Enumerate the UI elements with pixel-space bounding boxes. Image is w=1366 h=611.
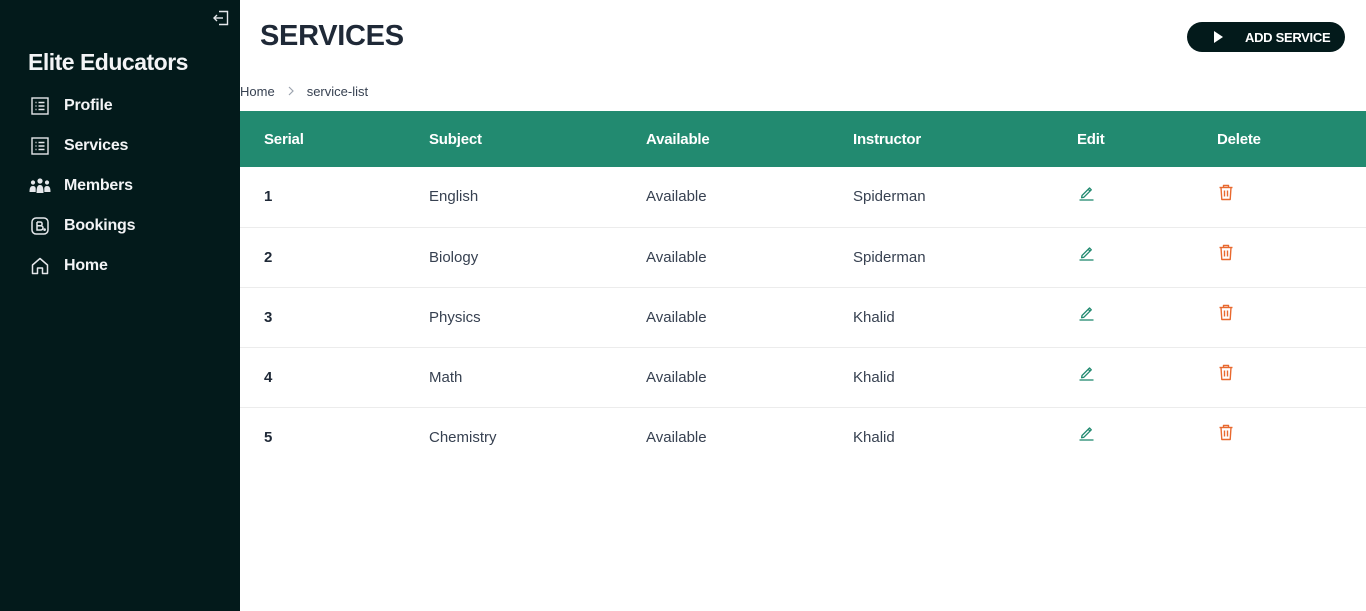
sidebar-item-label: Services: [64, 137, 129, 154]
cell-instructor: Khalid: [853, 368, 895, 386]
breadcrumb-home[interactable]: Home: [240, 84, 275, 99]
cell-edit: [1077, 227, 1217, 287]
booking-icon: [28, 214, 52, 238]
page-title: SERVICES: [260, 20, 404, 52]
table-row: 1 English Available Spiderman: [240, 167, 1366, 227]
cell-edit: [1077, 407, 1217, 467]
cell-serial: 3: [264, 308, 273, 326]
cell-available: Available: [646, 308, 707, 326]
column-header-edit: Edit: [1077, 130, 1105, 148]
home-icon: [28, 254, 52, 278]
table-row: 3 Physics Available Khalid: [240, 287, 1366, 347]
cell-serial: 1: [264, 188, 273, 206]
sidebar-item-label: Members: [64, 177, 133, 194]
cell-serial: 5: [264, 428, 273, 446]
column-header-subject: Subject: [429, 130, 482, 148]
cell-edit: [1077, 287, 1217, 347]
breadcrumb: Home service-list: [240, 84, 368, 99]
cell-subject: Math: [429, 368, 463, 386]
cell-available: Available: [646, 428, 707, 446]
column-header-available: Available: [646, 130, 710, 148]
brand-title: Elite Educators: [28, 49, 188, 75]
add-service-label: ADD SERVICE: [1245, 29, 1331, 45]
trash-icon[interactable]: [1217, 303, 1235, 321]
cell-subject: English: [429, 188, 479, 206]
list-icon: [28, 134, 52, 158]
sidebar-item-profile[interactable]: Profile: [28, 86, 228, 126]
people-icon: [28, 174, 52, 198]
sidebar-item-label: Bookings: [64, 217, 136, 234]
cell-instructor: Spiderman: [853, 248, 926, 266]
cell-edit: [1077, 347, 1217, 407]
cell-delete: [1217, 407, 1366, 467]
table-row: 2 Biology Available Spiderman: [240, 227, 1366, 287]
cell-edit: [1077, 167, 1217, 227]
edit-icon[interactable]: [1077, 363, 1095, 381]
table-header-row: Serial Subject Available Instructor Edit…: [240, 111, 1366, 167]
cell-serial: 4: [264, 368, 273, 386]
play-icon: [1214, 31, 1223, 43]
cell-available: Available: [646, 188, 707, 206]
sidebar-item-members[interactable]: Members: [28, 166, 228, 206]
sidebar-nav: Profile Services Members Bookings Home: [28, 86, 228, 286]
cell-instructor: Spiderman: [853, 188, 926, 206]
sidebar-item-label: Home: [64, 257, 108, 274]
sidebar-item-home[interactable]: Home: [28, 246, 228, 286]
cell-subject: Biology: [429, 248, 479, 266]
trash-icon[interactable]: [1217, 424, 1235, 442]
trash-icon[interactable]: [1217, 183, 1235, 201]
sidebar-item-services[interactable]: Services: [28, 126, 228, 166]
cell-delete: [1217, 167, 1366, 227]
cell-subject: Physics: [429, 308, 481, 326]
cell-instructor: Khalid: [853, 428, 895, 446]
edit-icon[interactable]: [1077, 183, 1095, 201]
services-table: Serial Subject Available Instructor Edit…: [240, 111, 1366, 467]
cell-serial: 2: [264, 248, 273, 266]
cell-available: Available: [646, 368, 707, 386]
cell-delete: [1217, 287, 1366, 347]
cell-delete: [1217, 227, 1366, 287]
sidebar-item-bookings[interactable]: Bookings: [28, 206, 228, 246]
table-row: 5 Chemistry Available Khalid: [240, 407, 1366, 467]
column-header-instructor: Instructor: [853, 130, 922, 148]
edit-icon[interactable]: [1077, 424, 1095, 442]
main-content: SERVICES ADD SERVICE Home service-list S…: [240, 0, 1366, 611]
trash-icon[interactable]: [1217, 243, 1235, 261]
edit-icon[interactable]: [1077, 303, 1095, 321]
cell-subject: Chemistry: [429, 428, 497, 446]
column-header-delete: Delete: [1217, 130, 1261, 148]
list-icon: [28, 94, 52, 118]
edit-icon[interactable]: [1077, 243, 1095, 261]
sidebar-item-label: Profile: [64, 97, 113, 114]
cell-instructor: Khalid: [853, 308, 895, 326]
sidebar: Elite Educators Profile Services Members…: [0, 0, 240, 611]
chevron-right-icon: [287, 85, 295, 99]
cell-available: Available: [646, 248, 707, 266]
table-row: 4 Math Available Khalid: [240, 347, 1366, 407]
breadcrumb-current: service-list: [306, 84, 369, 99]
logout-icon[interactable]: [211, 8, 231, 28]
add-service-button[interactable]: ADD SERVICE: [1187, 22, 1345, 52]
cell-delete: [1217, 347, 1366, 407]
column-header-serial: Serial: [264, 130, 304, 148]
trash-icon[interactable]: [1217, 363, 1235, 381]
